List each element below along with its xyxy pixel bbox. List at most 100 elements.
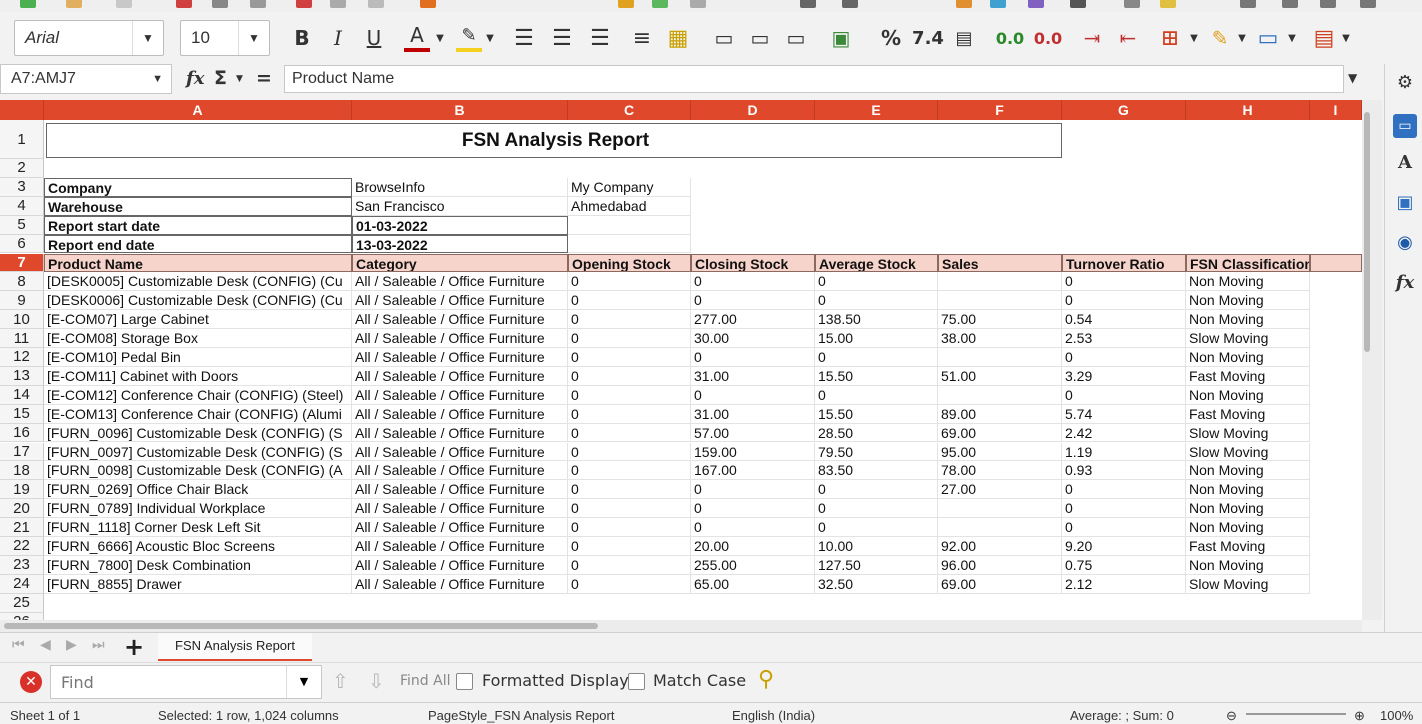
table-cell[interactable]: 78.00	[938, 461, 1062, 481]
table-cell[interactable]: 79.50	[815, 442, 938, 462]
table-cell[interactable]: 0	[691, 272, 815, 292]
info-extra-cell[interactable]	[568, 234, 691, 254]
table-cell[interactable]: 0	[1062, 291, 1186, 311]
font-color-button[interactable]: A	[404, 22, 430, 52]
table-cell[interactable]: 0	[568, 518, 691, 537]
table-cell[interactable]: [FURN_6666] Acoustic Bloc Screens	[44, 537, 352, 556]
table-cell[interactable]: 255.00	[691, 555, 815, 575]
table-cell[interactable]: 0	[815, 385, 938, 405]
find-replace-icon[interactable]: ⚲	[758, 667, 774, 692]
last-sheet-icon[interactable]: ⏭	[92, 637, 105, 653]
table-cell[interactable]: 0	[691, 385, 815, 405]
table-cell[interactable]: 95.00	[938, 442, 1062, 462]
table-cell[interactable]: 0	[568, 423, 691, 443]
table-cell[interactable]: 75.00	[938, 310, 1062, 330]
table-cell[interactable]	[938, 348, 1062, 367]
row-header-24[interactable]: 24	[0, 574, 44, 594]
increase-indent-icon[interactable]: ⇥	[1078, 22, 1106, 54]
table-cell[interactable]: 5.74	[1062, 404, 1186, 424]
column-header-c[interactable]: C	[568, 100, 691, 120]
table-cell[interactable]: All / Saleable / Office Furniture	[352, 423, 568, 443]
row-header-13[interactable]: 13	[0, 366, 44, 386]
chevron-down-icon[interactable]: ▼	[1236, 22, 1248, 54]
table-cell[interactable]	[938, 385, 1062, 405]
table-cell[interactable]: 9.20	[1062, 537, 1186, 556]
table-cell[interactable]: 0	[568, 366, 691, 386]
align-top-icon[interactable]: ▭	[710, 22, 738, 54]
settings-icon[interactable]: ⚙	[1393, 70, 1417, 94]
row-header-3[interactable]: 3	[0, 177, 44, 197]
table-cell[interactable]: 0	[568, 461, 691, 481]
header-cell-5[interactable]: Average Stock	[815, 253, 938, 273]
table-cell[interactable]: 2.12	[1062, 574, 1186, 594]
decrease-indent-icon[interactable]: ⇤	[1114, 22, 1142, 54]
column-header-a[interactable]: A	[44, 100, 352, 120]
status-summary[interactable]: Average: ; Sum: 0	[1070, 708, 1174, 723]
table-cell[interactable]: [DESK0006] Customizable Desk (CONFIG) (C…	[44, 291, 352, 311]
horizontal-scroll-thumb[interactable]	[4, 623, 598, 629]
table-cell[interactable]: 32.50	[815, 574, 938, 594]
row-header-20[interactable]: 20	[0, 499, 44, 519]
table-cell[interactable]: 2.42	[1062, 423, 1186, 443]
column-header-i[interactable]: I	[1310, 100, 1362, 120]
table-cell[interactable]: 0	[568, 385, 691, 405]
info-label-cell[interactable]: Report start date	[44, 215, 352, 235]
header-cell-4[interactable]: Closing Stock	[691, 253, 815, 273]
table-cell[interactable]: Non Moving	[1186, 480, 1310, 500]
table-cell[interactable]	[938, 499, 1062, 519]
table-cell[interactable]: All / Saleable / Office Furniture	[352, 291, 568, 311]
column-header-b[interactable]: B	[352, 100, 568, 120]
table-cell[interactable]: 0	[691, 291, 815, 311]
table-cell[interactable]: 89.00	[938, 404, 1062, 424]
table-cell[interactable]: All / Saleable / Office Furniture	[352, 348, 568, 367]
table-cell[interactable]: All / Saleable / Office Furniture	[352, 329, 568, 348]
table-cell[interactable]: 0	[691, 518, 815, 537]
table-cell[interactable]: Slow Moving	[1186, 329, 1310, 348]
name-box[interactable]: A7:AMJ7 ▼	[0, 64, 172, 94]
date-icon[interactable]: ▤	[952, 22, 976, 54]
row-header-2[interactable]: 2	[0, 159, 44, 178]
border-color-icon[interactable]: ▭	[1254, 22, 1282, 54]
table-cell[interactable]: 57.00	[691, 423, 815, 443]
table-cell[interactable]: 0	[691, 499, 815, 519]
styles-icon[interactable]: A	[1393, 150, 1417, 174]
table-cell[interactable]: All / Saleable / Office Furniture	[352, 555, 568, 575]
underline-button[interactable]: U	[362, 22, 386, 54]
functions-icon[interactable]: fx	[1393, 270, 1417, 294]
bold-button[interactable]: B	[290, 22, 314, 54]
row-header-23[interactable]: 23	[0, 555, 44, 575]
table-cell[interactable]: 0	[691, 480, 815, 500]
merge-cells-icon[interactable]: ▦	[664, 22, 692, 54]
table-cell[interactable]: 0	[815, 291, 938, 311]
zoom-level[interactable]: 100%	[1380, 708, 1413, 723]
sheet-tab-active[interactable]: FSN Analysis Report	[158, 633, 312, 661]
wrap-text-icon[interactable]: ≡	[628, 22, 656, 54]
find-all-button[interactable]: Find All	[400, 673, 451, 689]
table-cell[interactable]: Non Moving	[1186, 291, 1310, 311]
expand-formula-icon[interactable]: ▼	[1348, 71, 1357, 85]
zoom-slider[interactable]	[1246, 713, 1346, 715]
table-cell[interactable]: 65.00	[691, 574, 815, 594]
next-sheet-icon[interactable]: ▶	[66, 637, 77, 653]
row-header-18[interactable]: 18	[0, 461, 44, 481]
table-cell[interactable]: [FURN_7800] Desk Combination	[44, 555, 352, 575]
close-find-icon[interactable]: ✕	[20, 671, 42, 693]
info-extra-cell[interactable]	[568, 215, 691, 235]
table-cell[interactable]: 138.50	[815, 310, 938, 330]
align-middle-icon[interactable]: ▭	[746, 22, 774, 54]
row-header-11[interactable]: 11	[0, 329, 44, 348]
row-header-5[interactable]: 5	[0, 215, 44, 235]
table-cell[interactable]: 38.00	[938, 329, 1062, 348]
table-cell[interactable]: All / Saleable / Office Furniture	[352, 366, 568, 386]
chevron-down-icon[interactable]: ▼	[434, 22, 446, 54]
chevron-down-icon[interactable]: ▼	[132, 21, 163, 55]
table-cell[interactable]: 20.00	[691, 537, 815, 556]
table-cell[interactable]: 0	[1062, 480, 1186, 500]
table-cell[interactable]: [E-COM07] Large Cabinet	[44, 310, 352, 330]
table-cell[interactable]: All / Saleable / Office Furniture	[352, 480, 568, 500]
horizontal-scrollbar[interactable]	[0, 620, 1362, 632]
row-header-17[interactable]: 17	[0, 442, 44, 462]
row-header-6[interactable]: 6	[0, 234, 44, 254]
table-cell[interactable]: 127.50	[815, 555, 938, 575]
table-cell[interactable]: [FURN_0269] Office Chair Black	[44, 480, 352, 500]
